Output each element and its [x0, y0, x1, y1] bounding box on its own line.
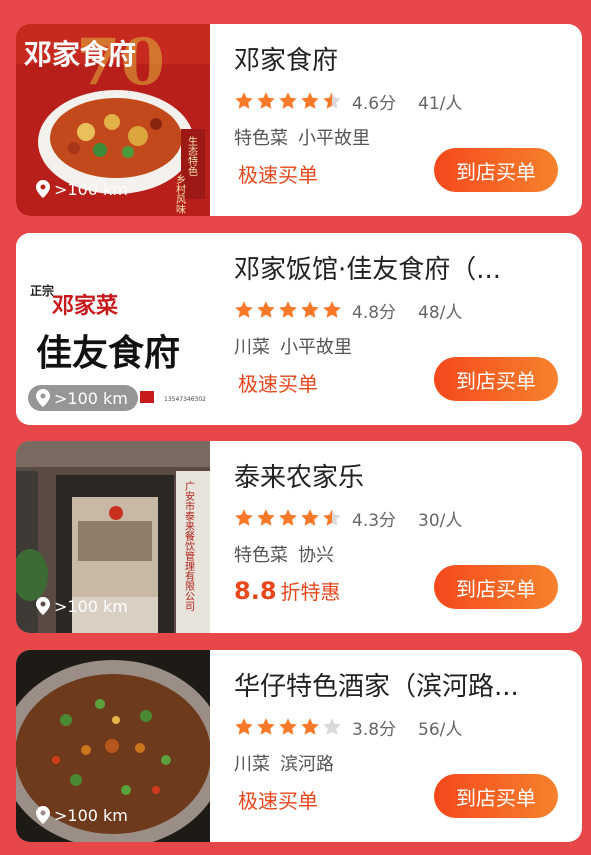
star-icon — [279, 301, 297, 318]
promo-text: 8.8 折特惠 — [234, 576, 341, 605]
star-icon — [323, 718, 341, 735]
promo-label: 极速买单 — [238, 163, 318, 187]
restaurant-name[interactable]: 泰来农家乐 — [234, 457, 564, 494]
price-per-person: 30/人 — [418, 510, 463, 531]
location-pin-icon — [36, 180, 50, 198]
star-icon — [235, 92, 253, 109]
promo-text: 极速买单 — [234, 368, 318, 397]
star-rating — [234, 717, 342, 737]
distance-badge: >100 km — [28, 593, 138, 619]
promo-highlight: 8.8 — [234, 577, 277, 605]
promo-text: 极速买单 — [234, 785, 318, 814]
star-icon — [257, 92, 275, 109]
distance-badge: >100 km — [28, 385, 138, 411]
star-icon — [301, 718, 319, 735]
area-tag: 滨河路 — [280, 754, 334, 775]
distance-text: >100 km — [54, 596, 128, 616]
distance-text: >100 km — [54, 805, 128, 825]
side-text: 乡村风味 — [174, 174, 186, 214]
price-per-person: 56/人 — [418, 719, 463, 740]
promo-label: 折特惠 — [280, 580, 341, 604]
location-pin-icon — [36, 389, 50, 407]
star-icon — [235, 718, 253, 735]
store-pay-button[interactable]: 到店买单 — [434, 774, 558, 818]
rating-score: 4.8分 — [352, 302, 397, 323]
star-icon — [257, 301, 275, 318]
sign-text: 佳友食府 — [36, 332, 180, 374]
promo-text: 极速买单 — [234, 159, 318, 188]
restaurant-name[interactable]: 邓家食府 — [234, 40, 564, 77]
star-icon — [257, 509, 275, 526]
store-pay-button[interactable]: 到店买单 — [434, 357, 558, 401]
promo-label: 极速买单 — [238, 789, 318, 813]
restaurant-card[interactable]: 广安市泰来餐饮管理有限公司 >100 km 泰来农家乐 4.3分 30/人 特色… — [16, 441, 582, 633]
area-tag: 小平故里 — [298, 128, 370, 149]
promo-label: 极速买单 — [238, 372, 318, 396]
star-rating — [234, 91, 342, 111]
star-icon — [323, 92, 341, 109]
restaurant-card[interactable]: >100 km 华仔特色酒家（滨河路... 3.8分 56/人 川菜 滨河路 极… — [16, 650, 582, 842]
rating-score: 3.8分 — [352, 719, 397, 740]
star-icon — [279, 718, 297, 735]
star-icon — [257, 718, 275, 735]
restaurant-card[interactable]: 70 邓家食府 生态特色 乡村风味 >100 km 邓家食府 4.6分 41/人… — [16, 24, 582, 216]
distance-badge: >100 km — [28, 802, 138, 828]
plaque-text: 广安市泰来餐饮管理有限公司 — [183, 481, 195, 611]
restaurant-photo[interactable]: 70 邓家食府 生态特色 乡村风味 >100 km — [16, 24, 210, 216]
restaurant-photo[interactable]: >100 km — [16, 650, 210, 842]
phone-text: 13547346302 — [164, 396, 206, 403]
star-icon — [323, 301, 341, 318]
store-pay-button[interactable]: 到店买单 — [434, 565, 558, 609]
price-per-person: 48/人 — [418, 302, 463, 323]
sign-text: 邓家菜 — [52, 293, 118, 319]
side-text: 生态特色 — [186, 135, 198, 176]
restaurant-card[interactable]: 正宗 邓家菜 佳友食府 13547346302 >100 km 邓家饭馆·佳友食… — [16, 233, 582, 425]
star-icon — [301, 92, 319, 109]
restaurant-photo[interactable]: 正宗 邓家菜 佳友食府 13547346302 >100 km — [16, 233, 210, 425]
star-rating — [234, 508, 342, 528]
star-rating — [234, 300, 342, 320]
distance-text: >100 km — [54, 179, 128, 199]
location-pin-icon — [36, 806, 50, 824]
category-tag: 川菜 — [234, 337, 270, 358]
distance-badge: >100 km — [28, 176, 138, 202]
distance-text: >100 km — [54, 388, 128, 408]
star-icon — [279, 92, 297, 109]
sign-text: 邓家食府 — [24, 38, 136, 71]
area-tag: 小平故里 — [280, 337, 352, 358]
rating-score: 4.6分 — [352, 93, 397, 114]
star-icon — [235, 301, 253, 318]
restaurant-name[interactable]: 华仔特色酒家（滨河路... — [234, 666, 564, 703]
price-per-person: 41/人 — [418, 93, 463, 114]
restaurant-list: 70 邓家食府 生态特色 乡村风味 >100 km 邓家食府 4.6分 41/人… — [0, 0, 591, 855]
star-icon — [323, 509, 341, 526]
store-pay-button[interactable]: 到店买单 — [434, 148, 558, 192]
star-icon — [235, 509, 253, 526]
location-pin-icon — [36, 597, 50, 615]
rating-score: 4.3分 — [352, 510, 397, 531]
category-tag: 川菜 — [234, 754, 270, 775]
category-tag: 特色菜 — [234, 545, 288, 566]
restaurant-photo[interactable]: 广安市泰来餐饮管理有限公司 >100 km — [16, 441, 210, 633]
area-tag: 协兴 — [298, 545, 334, 566]
restaurant-name[interactable]: 邓家饭馆·佳友食府（... — [234, 249, 564, 286]
star-icon — [279, 509, 297, 526]
category-tag: 特色菜 — [234, 128, 288, 149]
stamp-text: 正宗 — [30, 283, 54, 298]
star-icon — [301, 301, 319, 318]
star-icon — [301, 509, 319, 526]
